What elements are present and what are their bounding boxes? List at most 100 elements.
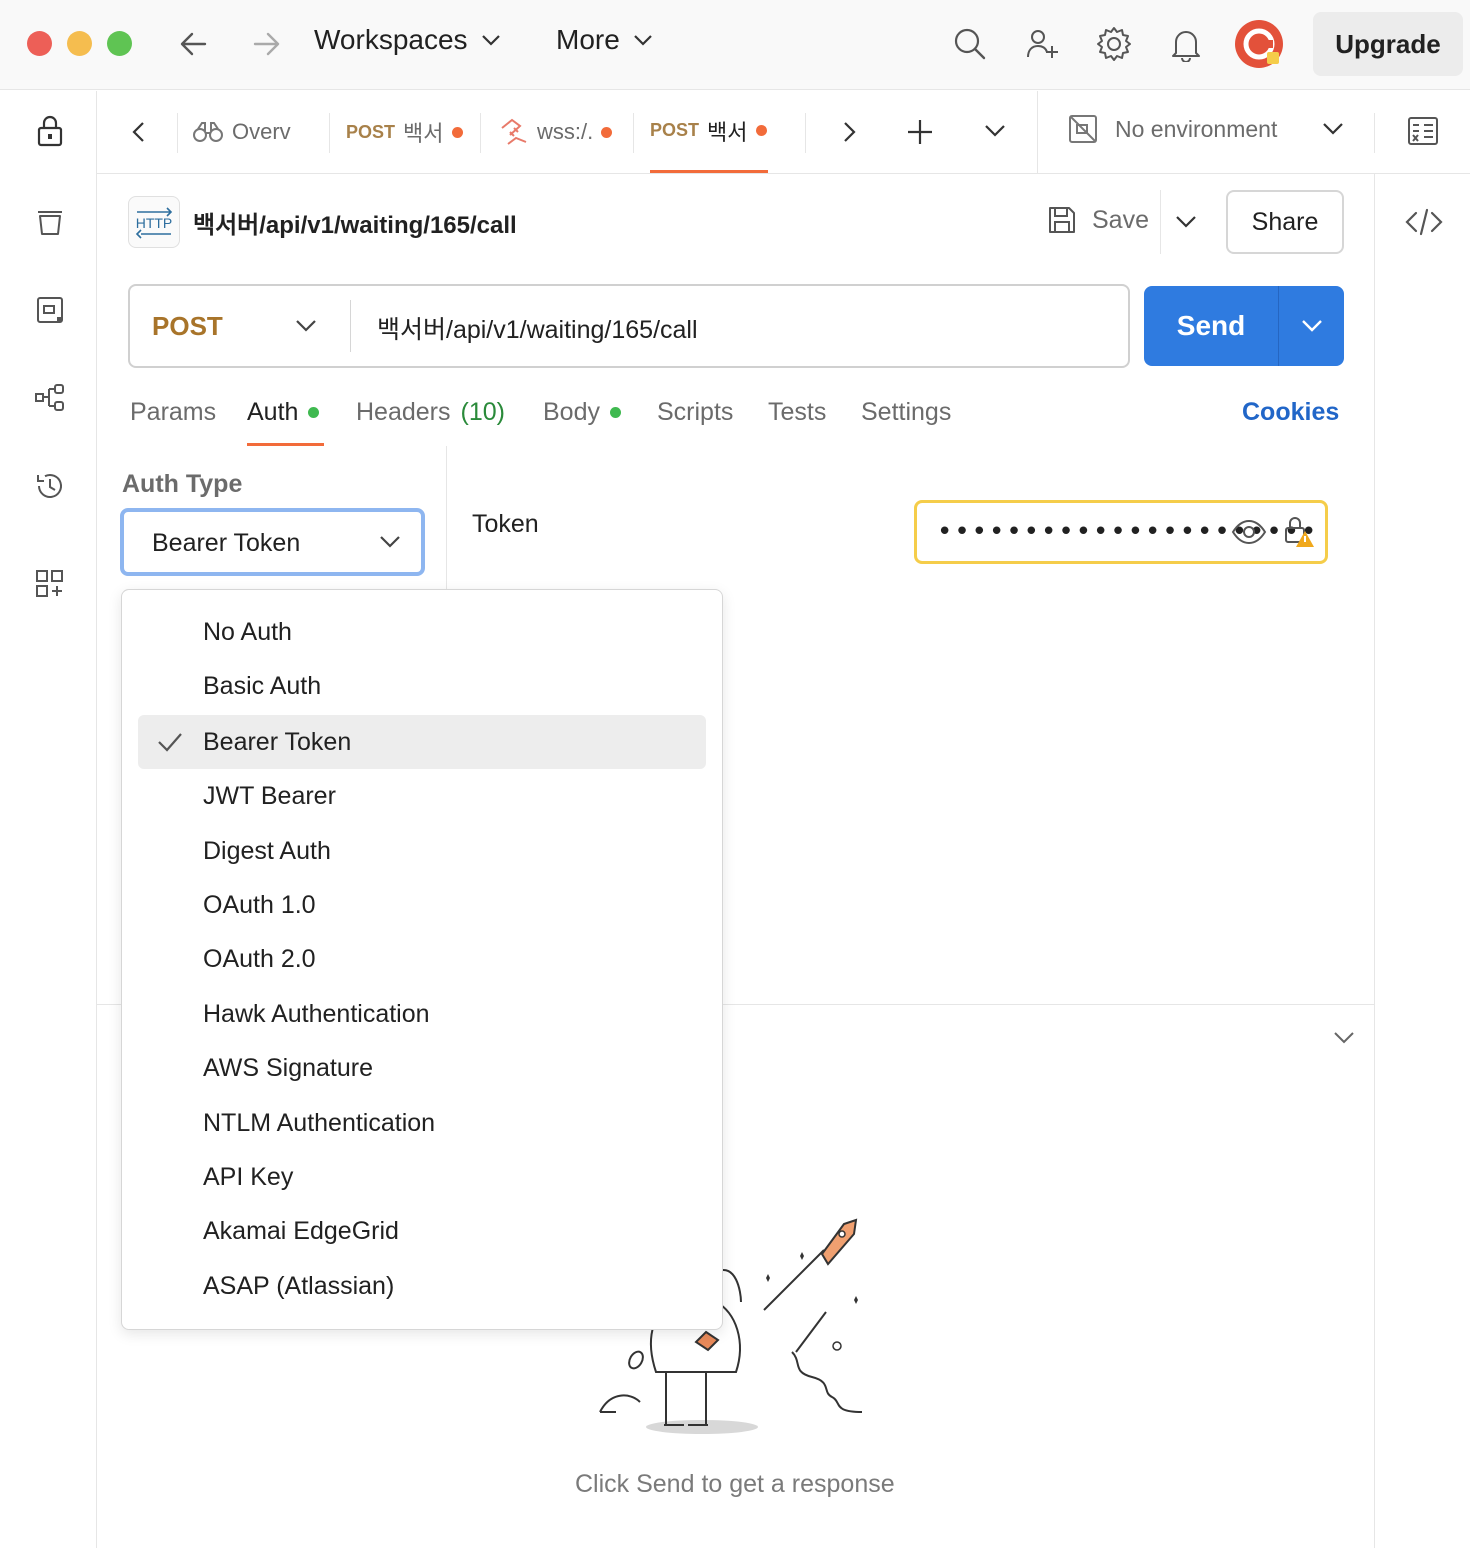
request-title[interactable]: 백서버/api/v1/waiting/165/call — [193, 205, 517, 240]
auth-option-label: Digest Auth — [203, 836, 331, 865]
tab-divider — [480, 113, 481, 153]
code-snippet-icon[interactable] — [1404, 206, 1444, 238]
auth-option-label: NTLM Authentication — [203, 1108, 436, 1137]
tab-headers[interactable]: Headers (10) — [356, 398, 505, 427]
tab-post-request-active[interactable]: POST 백서 — [650, 91, 768, 173]
auth-option-ntlm-authentication[interactable]: NTLM Authentication — [138, 1096, 706, 1150]
environment-selector[interactable]: No environment — [1067, 113, 1345, 145]
send-divider — [1278, 286, 1279, 366]
eye-icon[interactable] — [1231, 519, 1267, 545]
tab-websocket[interactable]: wss:/. — [499, 91, 619, 173]
save-button[interactable]: Save — [1046, 204, 1149, 236]
auth-option-label: API Key — [203, 1162, 294, 1191]
add-workbench-icon[interactable] — [26, 560, 74, 608]
tab-divider — [633, 113, 634, 153]
tab-scripts-label: Scripts — [657, 398, 734, 426]
minimize-window-button[interactable] — [67, 31, 92, 56]
tab-body[interactable]: Body — [543, 398, 621, 427]
send-button-group: Send — [1144, 286, 1344, 366]
history-icon[interactable] — [26, 462, 74, 510]
upgrade-button[interactable]: Upgrade — [1313, 12, 1463, 76]
token-input[interactable]: •••••••••••••••••••••• — [914, 500, 1328, 564]
headers-count: (10) — [460, 398, 505, 426]
auth-option-no-auth[interactable]: No Auth — [138, 605, 706, 659]
new-tab-plus-icon[interactable] — [905, 117, 935, 147]
chevron-down-icon — [632, 33, 654, 47]
auth-option-oauth-2-0[interactable]: OAuth 2.0 — [138, 932, 706, 986]
save-label: Save — [1092, 205, 1149, 234]
share-button[interactable]: Share — [1226, 190, 1344, 254]
avatar[interactable] — [1233, 18, 1285, 70]
flows-icon[interactable] — [26, 374, 74, 422]
method-divider — [350, 300, 351, 352]
tab-post-request[interactable]: POST 백서 — [346, 91, 466, 173]
invite-user-icon[interactable] — [1020, 22, 1064, 66]
more-menu[interactable]: More — [556, 24, 654, 56]
more-label: More — [556, 24, 620, 55]
environment-variables-icon[interactable] — [1407, 115, 1439, 147]
tab-scripts[interactable]: Scripts — [657, 398, 733, 427]
method-select[interactable]: POST — [130, 286, 350, 366]
chevron-right-icon[interactable] — [837, 119, 861, 145]
auth-option-label: AWS Signature — [203, 1053, 373, 1082]
chevron-down-icon — [294, 316, 318, 336]
send-options-chevron-down-icon[interactable] — [1300, 316, 1324, 336]
cookies-label: Cookies — [1242, 398, 1340, 426]
tab-bar: Overv POST 백서 wss:/. POST 백서 No environm… — [97, 91, 1470, 174]
auth-option-bearer-token[interactable]: Bearer Token — [138, 715, 706, 769]
lock-warning-icon[interactable] — [1283, 515, 1315, 549]
tab-overview[interactable]: Overv — [192, 91, 297, 173]
empty-response-text: Click Send to get a response — [575, 1470, 895, 1498]
auth-type-dropdown: No Auth Basic Auth Bearer Token JWT Bearer D… — [121, 589, 723, 1330]
response-collapse-chevron-down-icon[interactable] — [1332, 1028, 1356, 1048]
url-input[interactable]: 백서버/api/v1/waiting/165/call — [377, 310, 698, 346]
auth-option-api-key[interactable]: API Key — [138, 1150, 706, 1204]
gear-icon[interactable] — [1092, 22, 1136, 66]
tabs-menu-chevron-down-icon[interactable] — [983, 121, 1007, 141]
auth-option-label: Akamai EdgeGrid — [203, 1216, 399, 1245]
back-arrow-icon[interactable] — [175, 26, 215, 62]
forward-arrow-icon[interactable] — [245, 26, 285, 62]
tab-auth[interactable]: Auth — [247, 398, 320, 427]
save-floppy-icon — [1046, 204, 1078, 236]
environments-icon[interactable] — [26, 286, 74, 334]
tab-tests-label: Tests — [768, 398, 827, 426]
websocket-icon — [499, 118, 529, 146]
tab-settings[interactable]: Settings — [861, 398, 951, 427]
auth-option-asap-atlassian[interactable]: ASAP (Atlassian) — [138, 1259, 706, 1313]
zoom-window-button[interactable] — [107, 31, 132, 56]
auth-option-basic-auth[interactable]: Basic Auth — [138, 659, 706, 713]
checkmark-icon — [156, 730, 184, 754]
save-options-chevron-down-icon[interactable] — [1174, 212, 1198, 232]
auth-option-aws-signature[interactable]: AWS Signature — [138, 1041, 706, 1095]
workspaces-menu[interactable]: Workspaces — [314, 24, 502, 56]
auth-option-hawk-authentication[interactable]: Hawk Authentication — [138, 987, 706, 1041]
cookies-link[interactable]: Cookies — [1242, 398, 1339, 427]
chevron-left-icon[interactable] — [127, 119, 151, 145]
tab-headers-label: Headers — [356, 398, 451, 426]
bell-icon[interactable] — [1164, 22, 1208, 66]
environment-label: No environment — [1115, 115, 1278, 142]
collections-icon[interactable] — [26, 198, 74, 246]
binoculars-icon — [192, 120, 224, 144]
unsaved-dot — [451, 126, 463, 138]
auth-option-digest-auth[interactable]: Digest Auth — [138, 824, 706, 878]
auth-type-label: Auth Type — [122, 470, 243, 498]
auth-option-jwt-bearer[interactable]: JWT Bearer — [138, 769, 706, 823]
tab-params[interactable]: Params — [130, 398, 216, 427]
auth-type-select[interactable]: Bearer Token — [120, 508, 425, 576]
auth-option-akamai-edgegrid[interactable]: Akamai EdgeGrid — [138, 1204, 706, 1258]
tab-divider — [1374, 113, 1375, 153]
auth-option-oauth-1-0[interactable]: OAuth 1.0 — [138, 878, 706, 932]
chevron-down-icon — [1321, 119, 1345, 139]
close-window-button[interactable] — [27, 31, 52, 56]
tab-method: POST — [346, 121, 396, 142]
lock-icon[interactable] — [26, 107, 74, 155]
auth-option-label: Basic Auth — [203, 671, 322, 700]
tab-divider — [177, 113, 178, 153]
tab-tests[interactable]: Tests — [768, 398, 826, 427]
auth-option-label: ASAP (Atlassian) — [203, 1271, 395, 1300]
body-active-dot — [609, 407, 621, 418]
search-icon[interactable] — [948, 22, 992, 66]
send-button[interactable]: Send — [1144, 286, 1278, 366]
